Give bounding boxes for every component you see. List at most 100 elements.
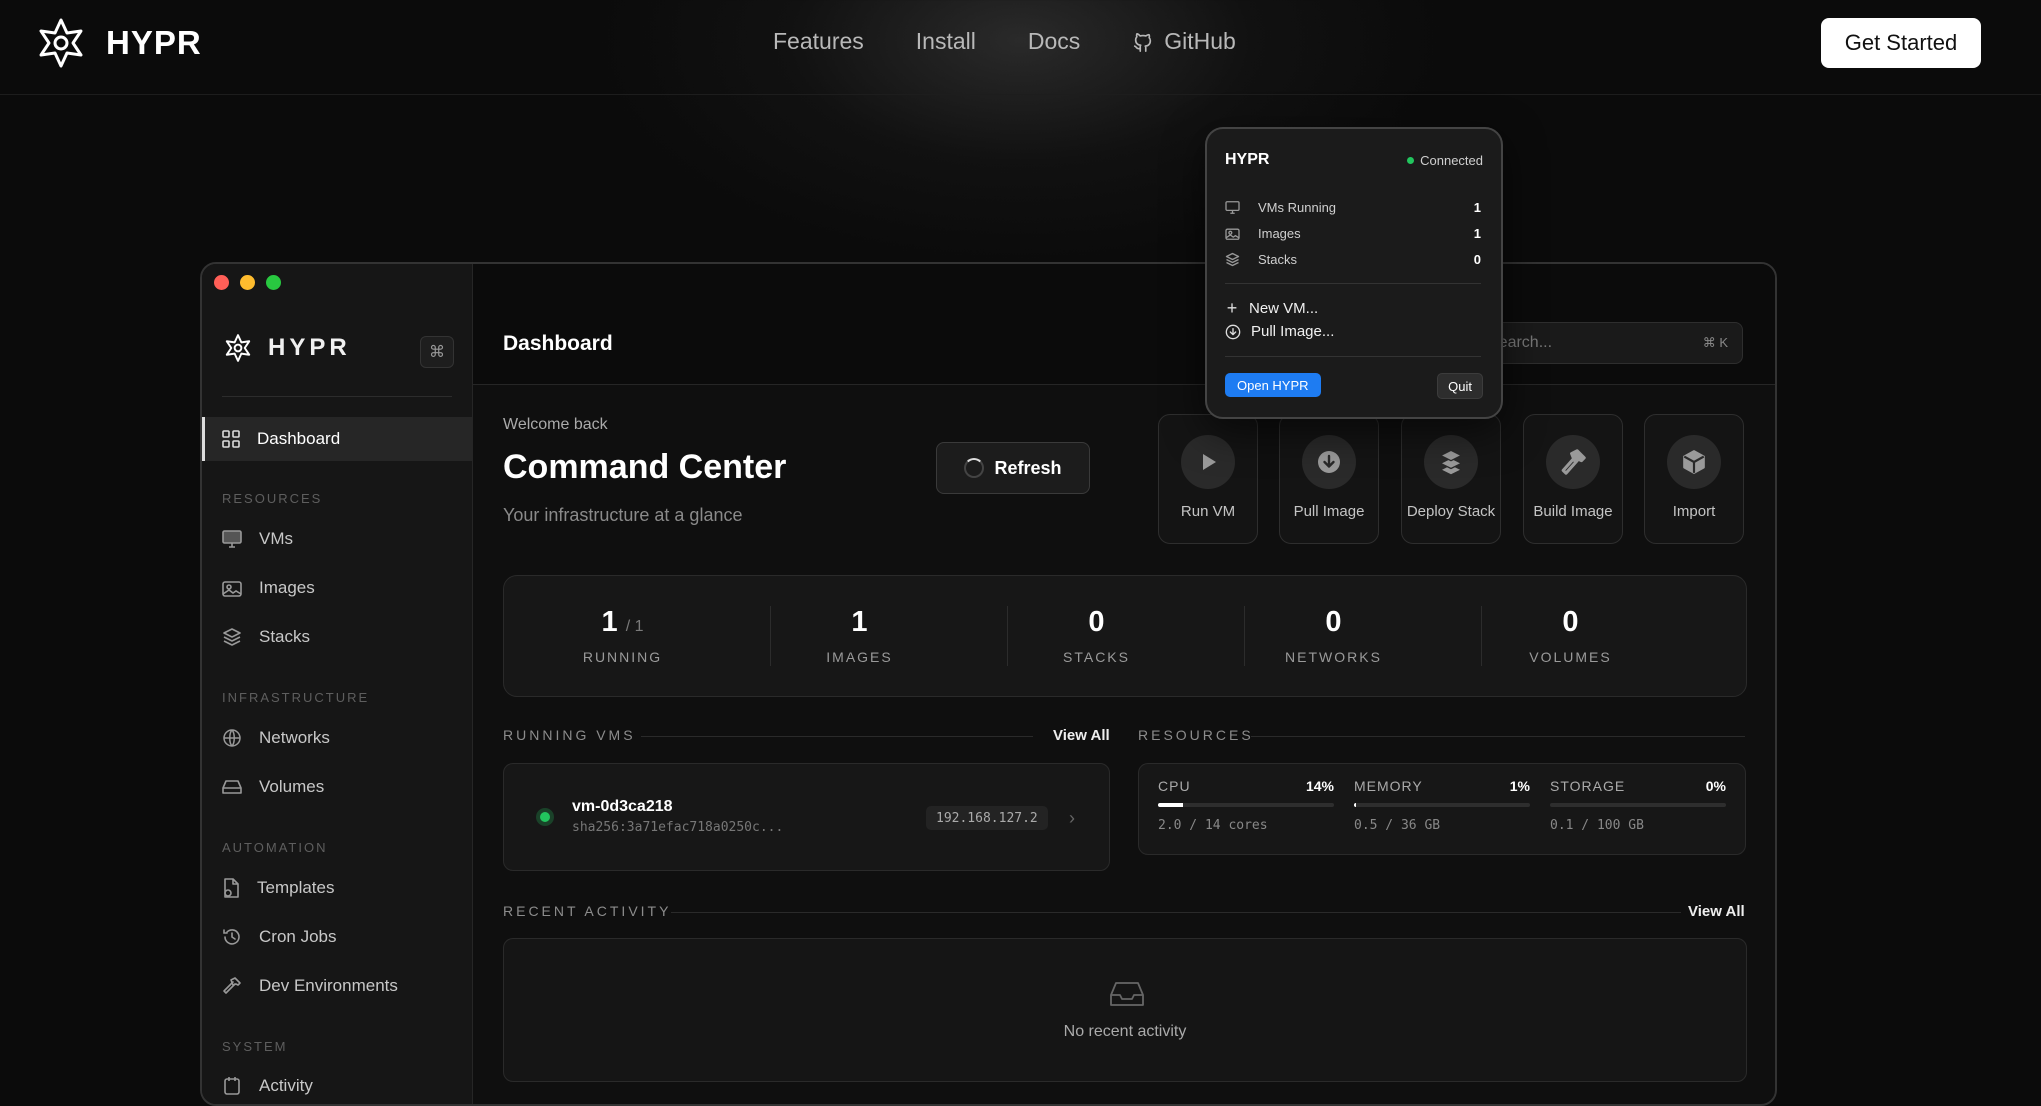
sidebar-item-images[interactable]: Images (202, 566, 472, 610)
command-center-title: Command Center (503, 448, 787, 486)
empty-state-text: No recent activity (1063, 1023, 1187, 1040)
connection-status-label: Connected (1420, 153, 1483, 168)
popover-row-label: Images (1258, 225, 1301, 241)
sidebar-divider (222, 396, 452, 397)
progress-bar (1158, 803, 1334, 807)
nav-links: Features Install Docs GitHub (773, 28, 1236, 55)
close-window-button[interactable] (214, 275, 229, 290)
sidebar-item-dev-environments[interactable]: Dev Environments (202, 964, 472, 1008)
stat-images[interactable]: 1 IMAGES (741, 576, 978, 696)
layers-icon (1225, 252, 1240, 266)
nav-link-github-label: GitHub (1164, 28, 1236, 54)
pull-image-button[interactable]: Pull Image (1279, 414, 1379, 544)
sidebar-item-label: Cron Jobs (259, 927, 337, 946)
resource-label: MEMORY (1354, 778, 1423, 794)
search-shortcut: ⌘ K (1702, 335, 1728, 350)
popover-title: HYPR (1225, 151, 1270, 168)
stat-value: 1 (601, 606, 618, 638)
run-vm-button[interactable]: Run VM (1158, 414, 1258, 544)
get-started-button[interactable]: Get Started (1821, 18, 1981, 68)
stats-panel: 1 / 1 RUNNING 1 IMAGES 0 STACKS 0 NETWOR… (503, 575, 1747, 697)
sidebar-item-cron-jobs[interactable]: Cron Jobs (202, 915, 472, 959)
pull-image-menu-item[interactable]: Pull Image... (1225, 323, 1334, 340)
stat-total: / 1 (625, 618, 644, 635)
sidebar-item-templates[interactable]: Templates (202, 866, 472, 910)
running-vms-view-all-link[interactable]: View All (1053, 727, 1110, 744)
image-icon (222, 581, 242, 597)
recent-activity-view-all-link[interactable]: View All (1688, 903, 1745, 920)
sidebar-item-label: Volumes (259, 777, 325, 796)
section-divider (1251, 736, 1745, 737)
clock-history-icon (223, 929, 240, 945)
resource-detail: 2.0 / 14 cores (1158, 818, 1268, 833)
stat-running[interactable]: 1 / 1 RUNNING (504, 576, 741, 696)
sidebar-brand-name: HYPR (268, 334, 351, 361)
activity-icon (224, 1077, 240, 1095)
progress-fill (1158, 803, 1183, 807)
sidebar-item-volumes[interactable]: Volumes (202, 765, 472, 809)
resources-heading: RESOURCES (1138, 727, 1254, 743)
sidebar-item-dashboard[interactable]: Dashboard (202, 417, 472, 461)
page-title: Dashboard (503, 332, 613, 355)
sidebar-item-stacks[interactable]: Stacks (202, 615, 472, 659)
quick-action-label: Run VM (1180, 503, 1236, 520)
quit-button[interactable]: Quit (1437, 373, 1483, 399)
minimize-window-button[interactable] (240, 275, 255, 290)
menu-bar-popover: HYPR Connected VMs Running 1 Images 1 St… (1205, 127, 1503, 419)
running-vms-heading: RUNNING VMS (503, 727, 636, 743)
progress-bar (1550, 803, 1726, 807)
sidebar-item-activity[interactable]: Activity (202, 1064, 472, 1104)
resource-detail: 0.5 / 36 GB (1354, 818, 1441, 833)
quick-action-label: Deploy Stack (1406, 503, 1496, 520)
stat-label: RUNNING (582, 649, 663, 665)
nav-link-docs[interactable]: Docs (1028, 28, 1080, 55)
stat-stacks[interactable]: 0 STACKS (978, 576, 1215, 696)
maximize-window-button[interactable] (266, 275, 281, 290)
stat-networks[interactable]: 0 NETWORKS (1215, 576, 1452, 696)
command-palette-button[interactable]: ⌘ (420, 336, 454, 368)
sidebar-item-label: VMs (259, 529, 293, 548)
refresh-button[interactable]: Refresh (936, 442, 1090, 494)
welcome-text: Welcome back (503, 416, 608, 433)
nav-link-features[interactable]: Features (773, 28, 864, 55)
new-vm-menu-item[interactable]: + New VM... (1225, 298, 1318, 319)
resources-panel: CPU 14% 2.0 / 14 cores MEMORY 1% 0.5 / 36 … (1138, 763, 1746, 855)
package-icon (1683, 450, 1705, 474)
resource-label: CPU (1158, 778, 1191, 794)
stat-value: 0 (1562, 606, 1579, 638)
resource-label: STORAGE (1550, 778, 1626, 794)
vm-image-hash: sha256:3a71efac718a0250c... (572, 820, 784, 835)
play-icon (1203, 454, 1216, 470)
app-window: HYPR ⌘ Dashboard RESOURCES VMs Images St… (200, 262, 1777, 1106)
sidebar-item-label: Dev Environments (259, 976, 398, 995)
sidebar-item-label: Templates (257, 878, 335, 897)
sidebar-item-networks[interactable]: Networks (202, 716, 472, 760)
file-template-icon (224, 878, 239, 898)
chevron-right-icon: › (1069, 808, 1075, 828)
main-header: Dashboard Search... ⌘ K (473, 264, 1775, 385)
nav-link-github[interactable]: GitHub (1132, 28, 1236, 55)
stat-volumes[interactable]: 0 VOLUMES (1452, 576, 1689, 696)
build-image-button[interactable]: Build Image (1523, 414, 1623, 544)
progress-bar (1354, 803, 1530, 807)
nav-link-install[interactable]: Install (916, 28, 976, 55)
open-hypr-button[interactable]: Open HYPR (1225, 373, 1321, 397)
monitor-icon (222, 530, 242, 548)
sidebar-item-label: Stacks (259, 627, 311, 646)
sidebar-item-vms[interactable]: VMs (202, 517, 472, 561)
search-input[interactable]: Search... ⌘ K (1473, 322, 1743, 364)
vm-list-item[interactable]: vm-0d3ca218 sha256:3a71efac718a0250c... … (503, 763, 1110, 871)
sidebar-brand[interactable]: HYPR (224, 334, 351, 362)
resource-percent: 1% (1509, 778, 1530, 794)
hard-drive-icon (222, 780, 242, 794)
cpu-usage: CPU 14% 2.0 / 14 cores (1158, 778, 1334, 833)
hypr-logo-icon (225, 334, 251, 362)
download-circle-icon (1318, 451, 1340, 473)
import-button[interactable]: Import (1644, 414, 1744, 544)
quick-action-label: Pull Image (1293, 503, 1365, 520)
recent-activity-heading: RECENT ACTIVITY (503, 903, 672, 919)
site-brand[interactable]: HYPR (36, 18, 202, 68)
deploy-stack-button[interactable]: Deploy Stack (1401, 414, 1501, 544)
stat-value: 0 (1088, 606, 1105, 638)
hammer-icon (1561, 449, 1586, 475)
